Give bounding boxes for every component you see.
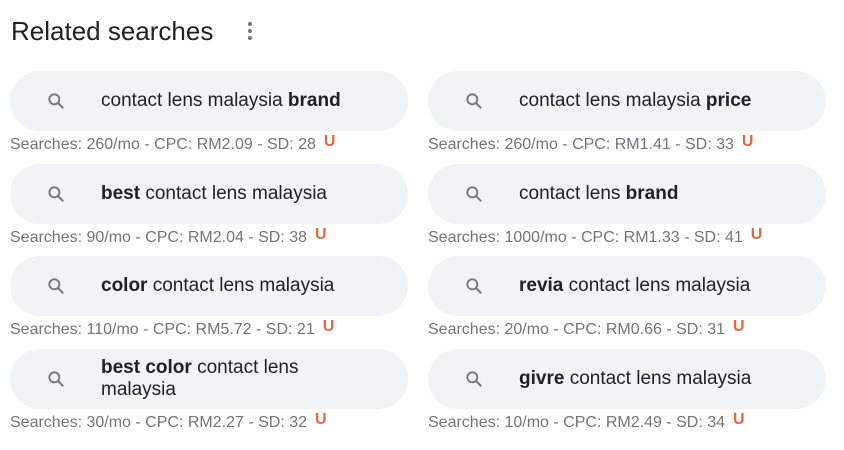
related-search-query: best contact lens malaysia bbox=[101, 182, 327, 204]
search-icon bbox=[466, 370, 482, 387]
u-badge-icon[interactable]: U bbox=[315, 226, 327, 244]
u-badge-icon[interactable]: U bbox=[315, 411, 327, 429]
menu-dot bbox=[248, 22, 252, 26]
u-badge-icon[interactable]: U bbox=[751, 226, 763, 244]
related-search-item: revia contact lens malaysia Searches: 20… bbox=[428, 256, 826, 349]
u-badge-icon[interactable]: U bbox=[733, 411, 745, 429]
related-search-query: givre contact lens malaysia bbox=[519, 367, 752, 389]
search-metrics: Searches: 30/mo - CPC: RM2.27 - SD: 32 U bbox=[10, 410, 327, 431]
related-search-query: color contact lens malaysia bbox=[101, 275, 335, 296]
section-title: Related searches bbox=[11, 15, 214, 46]
related-search-item: best color contact lens malaysia Searche… bbox=[10, 348, 408, 442]
menu-dot bbox=[248, 29, 252, 33]
related-search-chip[interactable]: best color contact lens malaysia bbox=[10, 348, 408, 409]
related-search-item: contact lens malaysia price Searches: 26… bbox=[428, 71, 826, 164]
related-search-chip[interactable]: revia contact lens malaysia bbox=[428, 256, 826, 316]
search-icon bbox=[466, 93, 482, 109]
related-search-chip[interactable]: contact lens malaysia price bbox=[428, 71, 826, 131]
related-search-chip[interactable]: contact lens brand bbox=[428, 163, 826, 224]
related-search-item: givre contact lens malaysia Searches: 10… bbox=[428, 348, 826, 442]
related-search-query: contact lens malaysia brand bbox=[101, 90, 341, 111]
search-icon bbox=[48, 93, 64, 109]
search-metrics: Searches: 10/mo - CPC: RM2.49 - SD: 34 U bbox=[428, 410, 745, 431]
menu-dot bbox=[248, 36, 252, 40]
search-metrics: Searches: 260/mo - CPC: RM2.09 - SD: 28 U bbox=[10, 133, 336, 153]
related-search-item: color contact lens malaysia Searches: 11… bbox=[10, 256, 408, 349]
search-metrics: Searches: 1000/mo - CPC: RM1.33 - SD: 41… bbox=[428, 225, 763, 246]
u-badge-icon[interactable]: U bbox=[742, 133, 754, 151]
u-badge-icon[interactable]: U bbox=[733, 318, 745, 336]
related-search-query: best color contact lens malaysia bbox=[101, 356, 299, 400]
related-search-item: best contact lens malaysia Searches: 90/… bbox=[10, 163, 408, 257]
related-search-chip[interactable]: givre contact lens malaysia bbox=[428, 348, 826, 409]
related-search-chip[interactable]: best contact lens malaysia bbox=[10, 163, 408, 224]
search-metrics: Searches: 260/mo - CPC: RM1.41 - SD: 33 U bbox=[428, 133, 754, 153]
related-search-chip[interactable]: color contact lens malaysia bbox=[10, 256, 408, 316]
search-metrics: Searches: 110/mo - CPC: RM5.72 - SD: 21 U bbox=[10, 318, 335, 338]
related-search-item: contact lens brand Searches: 1000/mo - C… bbox=[428, 163, 826, 257]
search-icon bbox=[466, 278, 482, 294]
section-header: Related searches bbox=[11, 14, 213, 48]
related-searches-left-column: contact lens malaysia brand Searches: 26… bbox=[10, 71, 408, 441]
related-search-query: contact lens malaysia price bbox=[519, 90, 752, 111]
search-icon bbox=[466, 185, 482, 202]
related-search-query: contact lens brand bbox=[519, 182, 679, 204]
u-badge-icon[interactable]: U bbox=[324, 133, 336, 151]
u-badge-icon[interactable]: U bbox=[323, 318, 335, 336]
search-icon bbox=[48, 278, 64, 294]
related-search-query: revia contact lens malaysia bbox=[519, 275, 751, 296]
search-metrics: Searches: 20/mo - CPC: RM0.66 - SD: 31 U bbox=[428, 318, 745, 338]
search-icon bbox=[48, 370, 64, 387]
related-search-chip[interactable]: contact lens malaysia brand bbox=[10, 71, 408, 131]
related-searches-right-column: contact lens malaysia price Searches: 26… bbox=[428, 71, 826, 441]
search-metrics: Searches: 90/mo - CPC: RM2.04 - SD: 38 U bbox=[10, 225, 327, 246]
search-icon bbox=[48, 185, 64, 202]
related-search-item: contact lens malaysia brand Searches: 26… bbox=[10, 71, 408, 164]
more-options-icon[interactable] bbox=[240, 20, 260, 42]
